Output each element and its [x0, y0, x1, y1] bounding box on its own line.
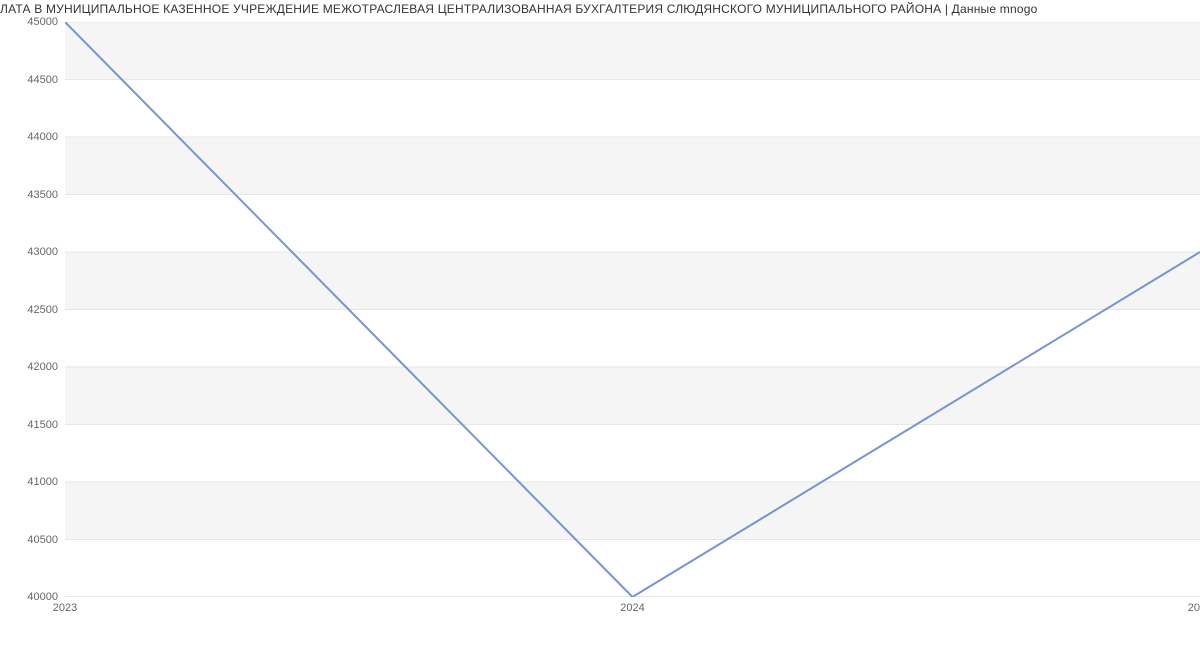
y-tick-label: 43500: [27, 189, 58, 201]
chart-container: ЛАТА В МУНИЦИПАЛЬНОЕ КАЗЕННОЕ УЧРЕЖДЕНИЕ…: [0, 0, 1200, 650]
x-tick-label: 2023: [53, 602, 77, 614]
y-tick-label: 44500: [27, 74, 58, 86]
x-tick-label: 2025: [1188, 602, 1200, 614]
y-tick-label: 42000: [27, 361, 58, 373]
y-tick-label: 45000: [27, 16, 58, 28]
y-tick-label: 41500: [27, 419, 58, 431]
plot-area: [65, 22, 1200, 597]
y-tick-label: 41000: [27, 476, 58, 488]
chart-svg: [65, 22, 1200, 597]
y-tick-label: 43000: [27, 246, 58, 258]
x-tick-label: 2024: [620, 602, 644, 614]
y-tick-label: 44000: [27, 131, 58, 143]
chart-title: ЛАТА В МУНИЦИПАЛЬНОЕ КАЗЕННОЕ УЧРЕЖДЕНИЕ…: [0, 2, 1200, 16]
y-tick-label: 40500: [27, 534, 58, 546]
y-tick-label: 42500: [27, 304, 58, 316]
